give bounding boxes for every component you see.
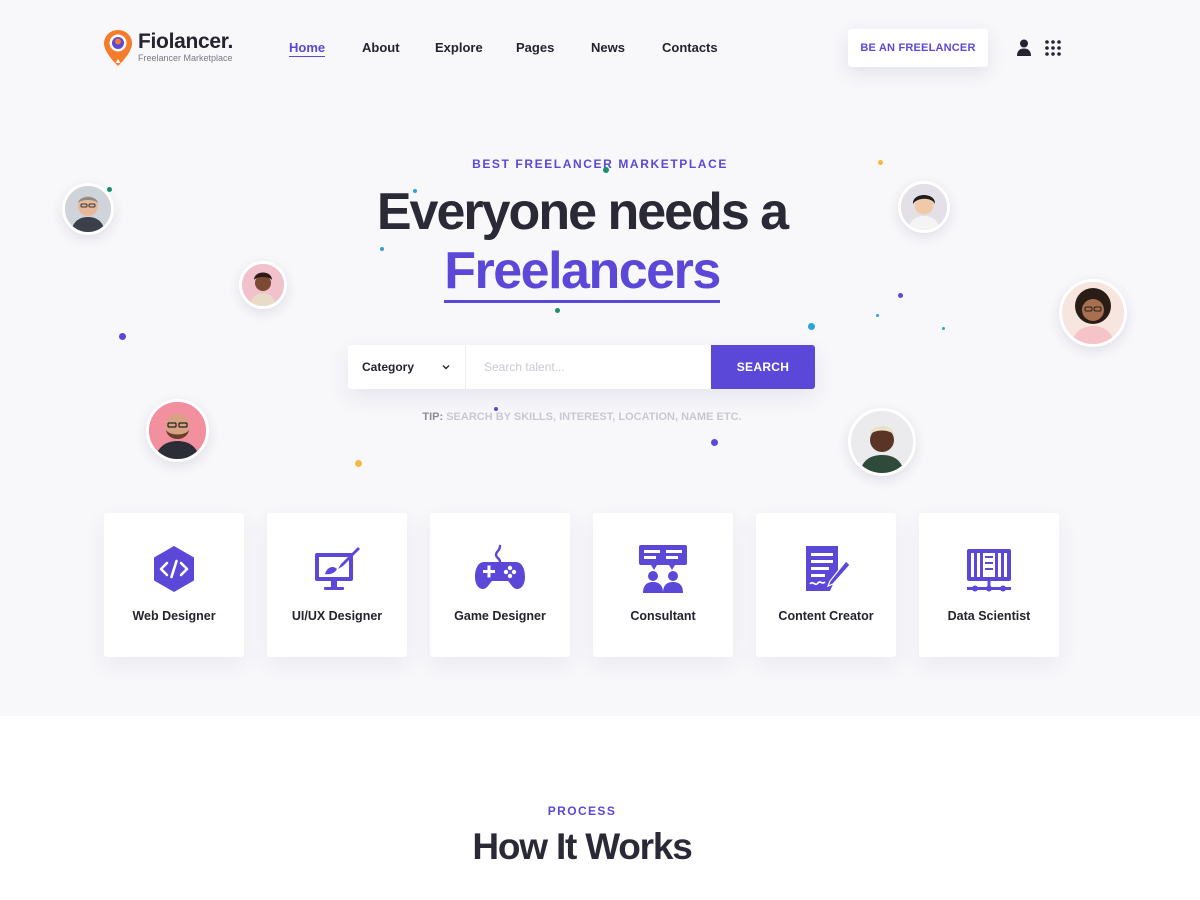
user-icon[interactable] [1016, 39, 1032, 57]
brand-name: Fiolancer. [138, 30, 234, 53]
brand-logo[interactable]: Fiolancer. Freelancer Marketplace [102, 28, 233, 68]
category-card-data-scientist[interactable]: Data Scientist [919, 513, 1059, 657]
nav-pages[interactable]: Pages [516, 40, 554, 55]
decor-dot [808, 323, 815, 330]
hero-headline-highlight: Freelancers [0, 241, 1164, 303]
brand-tagline: Freelancer Marketplace [138, 53, 233, 63]
chevron-down-icon [442, 365, 450, 370]
search-input[interactable] [466, 345, 711, 389]
decor-dot [555, 308, 560, 313]
category-label: Consultant [630, 609, 696, 623]
category-select-label: Category [362, 360, 415, 374]
hero-headline: Everyone needs a [376, 183, 789, 241]
location-pin-icon [102, 28, 134, 68]
nav-explore[interactable]: Explore [435, 40, 483, 55]
decor-dot [711, 439, 718, 446]
grid-menu-icon[interactable] [1045, 40, 1061, 56]
category-label: Web Designer [132, 609, 216, 623]
nav-home[interactable]: Home [289, 40, 326, 57]
category-select[interactable]: Category [348, 345, 466, 389]
server-data-icon [967, 549, 1011, 592]
document-pen-icon [806, 546, 851, 591]
search-tip-prefix: TIP: [422, 411, 444, 423]
process-eyebrow: PROCESS [547, 804, 617, 818]
nav-about[interactable]: About [362, 40, 400, 55]
category-card-consultant[interactable]: Consultant [593, 513, 733, 657]
gamepad-icon [475, 544, 525, 589]
category-label: Content Creator [778, 609, 874, 623]
freelancer-avatar [146, 399, 209, 462]
consultation-icon [639, 545, 687, 593]
category-card-game-designer[interactable]: Game Designer [430, 513, 570, 657]
be-a-freelancer-button[interactable]: BE AN FREELANCER [848, 29, 988, 67]
decor-dot [942, 327, 945, 330]
search-button[interactable]: SEARCH [711, 345, 815, 389]
category-card-ui-ux-designer[interactable]: UI/UX Designer [267, 513, 407, 657]
nav-news[interactable]: News [591, 40, 625, 55]
search-tip: TIP: SEARCH BY SKILLS, INTEREST, LOCATIO… [0, 411, 1164, 423]
category-card-content-creator[interactable]: Content Creator [756, 513, 896, 657]
decor-dot [876, 314, 879, 317]
category-label: Game Designer [454, 609, 546, 623]
category-card-web-designer[interactable]: Web Designer [104, 513, 244, 657]
nav-contacts[interactable]: Contacts [662, 40, 718, 55]
hero-headline-highlight-text: Freelancers [444, 244, 721, 303]
decor-dot [355, 460, 362, 467]
hero-eyebrow: BEST FREELANCER MARKETPLACE [472, 157, 728, 171]
monitor-brush-icon [315, 547, 360, 590]
how-it-works-title: How It Works [472, 826, 692, 867]
search-tip-text: SEARCH BY SKILLS, INTEREST, LOCATION, NA… [446, 411, 742, 423]
category-label: UI/UX Designer [291, 609, 383, 623]
category-label: Data Scientist [947, 609, 1031, 623]
decor-dot [119, 333, 126, 340]
talent-search-bar: Category SEARCH [348, 345, 815, 389]
code-hexagon-icon [154, 546, 194, 592]
